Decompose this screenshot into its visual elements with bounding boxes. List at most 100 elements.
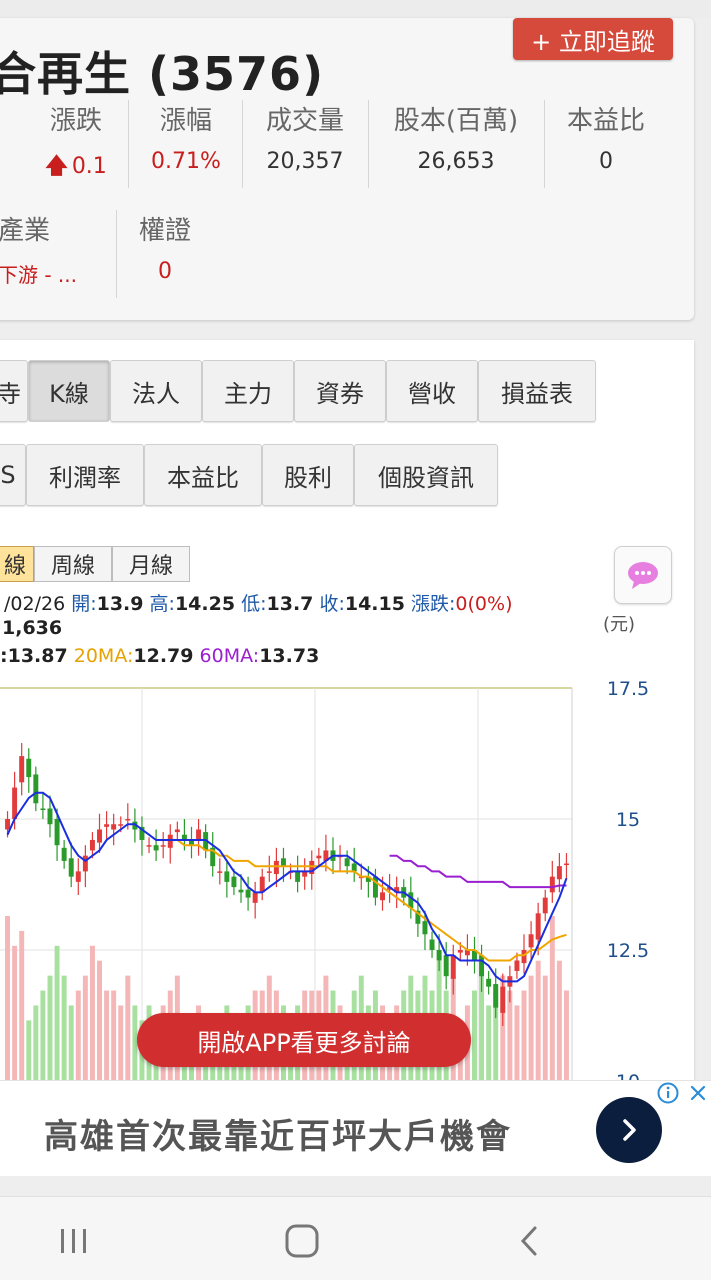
candle-body	[316, 855, 322, 859]
candles	[5, 743, 569, 1026]
candle-body	[40, 808, 46, 811]
candle-body	[436, 950, 442, 961]
stat-industry-label: 產業	[0, 216, 51, 246]
volume-bar	[528, 975, 534, 1080]
volume-bar	[47, 975, 53, 1080]
recent-apps-icon	[61, 1229, 86, 1253]
recent-apps-button[interactable]	[44, 1219, 104, 1263]
tab-time[interactable]: 寺	[0, 360, 28, 422]
ohlc-low-label: 低:	[241, 593, 267, 615]
ohlc-high-label: 高:	[149, 593, 175, 615]
candle-body	[238, 889, 244, 893]
ohlc-high: 14.25	[174, 593, 236, 615]
tab-main-force[interactable]: 主力	[202, 360, 294, 422]
candle-body	[245, 889, 251, 898]
ohlc-change: 0(0%)	[455, 593, 513, 615]
volume-bar	[542, 975, 548, 1080]
tab-eps[interactable]: S	[0, 444, 26, 506]
ad-banner[interactable]: 高雄首次最靠近百坪大戶機會	[0, 1080, 711, 1176]
candle-body	[160, 845, 166, 847]
candle-body	[380, 892, 385, 901]
y-tick-label: 12.5	[607, 940, 649, 962]
candle-body	[82, 855, 88, 872]
volume-bar	[104, 990, 110, 1080]
volume-bar	[5, 916, 11, 1080]
tab-institutional[interactable]: 法人	[110, 360, 202, 422]
stat-pe-label: 本益比	[566, 106, 645, 136]
stat-warrant-label: 權證	[138, 216, 191, 246]
stat-industry-value[interactable]: 下游 - ...	[0, 259, 102, 288]
divider	[116, 210, 117, 298]
stat-capital: 股本(百萬) 26,653	[376, 100, 536, 174]
ad-info-icon[interactable]	[655, 1080, 681, 1106]
volume-bar	[82, 975, 88, 1080]
candle-body	[266, 871, 272, 873]
candle-body	[111, 824, 117, 830]
tab-monthly[interactable]: 月線	[112, 546, 190, 582]
home-button[interactable]	[272, 1219, 332, 1263]
ma20-line	[170, 839, 567, 962]
volume-bar	[75, 990, 81, 1080]
tab-weekly[interactable]: 周線	[34, 546, 112, 582]
ohlc-close-label: 收:	[319, 593, 345, 615]
volume-line: 1,636	[2, 617, 63, 639]
candle-body	[167, 834, 173, 848]
ad-text[interactable]: 高雄首次最靠近百坪大戶機會	[44, 1109, 512, 1158]
stat-change-percent: 漲幅 0.71%	[140, 100, 232, 174]
candle-body	[443, 955, 449, 977]
candle-body	[450, 955, 456, 979]
candle-body	[224, 871, 230, 882]
close-icon	[690, 1085, 706, 1101]
candle-body	[563, 863, 569, 866]
back-button[interactable]	[500, 1219, 560, 1263]
candle-body	[542, 897, 548, 914]
stat-change-label: 漲跌	[49, 106, 102, 136]
tab-dividend[interactable]: 股利	[262, 444, 354, 506]
candle-body	[500, 986, 506, 1013]
tab-income-statement[interactable]: 損益表	[478, 360, 596, 422]
tab-pe-ratio[interactable]: 本益比	[144, 444, 262, 506]
arrow-up-icon: 🡅	[45, 154, 68, 179]
tab-stock-info[interactable]: 個股資訊	[354, 444, 498, 506]
tab-revenue[interactable]: 營收	[386, 360, 478, 422]
candle-body	[61, 847, 67, 861]
stat-capital-value: 26,653	[417, 149, 495, 174]
volume-bar	[514, 1005, 520, 1080]
ohlc-open-label: 開:	[71, 593, 97, 615]
volume-bar	[26, 1020, 32, 1080]
tab-margin[interactable]: 資券	[294, 360, 386, 422]
open-app-button[interactable]: 開啟APP看更多討論	[137, 1013, 471, 1067]
volume-bar	[68, 1005, 74, 1080]
stat-change-percent-label: 漲幅	[159, 106, 212, 136]
tab-daily[interactable]: 線	[0, 546, 34, 582]
ohlc-line: /02/26 開:13.9 高:14.25 低:13.7 收:14.15 漲跌:…	[4, 589, 512, 616]
y-tick-label: 10	[616, 1071, 640, 1080]
candle-body	[75, 871, 81, 882]
candle-body	[351, 863, 357, 872]
ohlc-date: /02/26	[4, 593, 66, 615]
candle-body	[528, 934, 534, 948]
ad-close-icon[interactable]	[685, 1080, 711, 1106]
info-icon	[657, 1082, 679, 1104]
tab-kline[interactable]: K線	[28, 360, 110, 422]
track-button[interactable]: + 立即追蹤	[513, 18, 673, 60]
volume-bar	[472, 990, 477, 1080]
candle-body	[5, 819, 11, 830]
candle-body	[174, 829, 180, 833]
candle-body	[196, 829, 202, 840]
volume-bar	[563, 990, 569, 1080]
candle-body	[89, 839, 95, 851]
stat-industry: 產業 下游 - ...	[0, 210, 102, 288]
tab-profit-margin[interactable]: 利潤率	[26, 444, 144, 506]
volume-bar	[33, 1005, 39, 1080]
stat-capital-label: 股本(百萬)	[393, 106, 519, 136]
candle-body	[344, 858, 350, 867]
candle-body	[231, 876, 237, 888]
ad-arrow-button[interactable]	[596, 1097, 662, 1163]
candle-body	[118, 824, 124, 826]
stat-warrant-value: 0	[158, 259, 172, 284]
comment-button[interactable]	[614, 546, 672, 604]
stat-volume-value: 20,357	[266, 149, 344, 174]
stock-title: 合再生 (3576)	[0, 47, 325, 101]
volume-bar	[556, 960, 562, 1080]
